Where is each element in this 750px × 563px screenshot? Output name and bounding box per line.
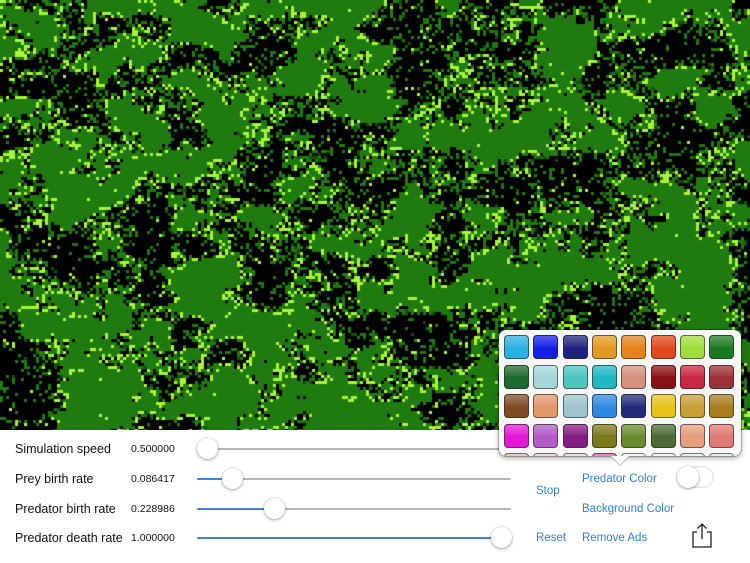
slider-fill (197, 508, 275, 510)
color-swatch[interactable] (650, 335, 676, 359)
color-swatch[interactable] (504, 423, 529, 448)
color-swatch[interactable] (650, 394, 676, 418)
prey-birth-rate-slider[interactable] (197, 465, 511, 493)
color-swatch[interactable] (650, 364, 676, 389)
color-swatch[interactable] (591, 364, 617, 389)
simulation-speed-value: 0.500000 (131, 443, 175, 455)
color-swatch[interactable] (562, 394, 588, 418)
color-swatch[interactable] (679, 394, 705, 418)
color-swatch[interactable] (591, 423, 617, 448)
simulation-speed-slider[interactable] (197, 435, 511, 463)
color-swatch[interactable] (709, 394, 735, 418)
color-swatch[interactable] (650, 423, 676, 448)
color-swatch[interactable] (679, 453, 705, 456)
slider-track (197, 448, 511, 450)
slider-thumb[interactable] (264, 498, 286, 519)
color-swatch-grid (499, 330, 741, 456)
color-swatch[interactable] (533, 453, 559, 456)
color-swatch[interactable] (533, 394, 559, 418)
color-swatch[interactable] (562, 423, 588, 448)
predator-death-rate-label: Predator death rate (15, 531, 123, 545)
color-swatch[interactable] (621, 394, 647, 418)
control-row-simulation-speed: Simulation speed 0.500000 (0, 435, 520, 463)
control-row-predator-death-rate: Predator death rate 1.000000 (0, 524, 520, 552)
color-swatch[interactable] (621, 423, 647, 448)
slider-thumb[interactable] (491, 527, 512, 548)
reset-button[interactable]: Reset (536, 532, 566, 544)
slider-track (197, 478, 511, 480)
predator-birth-rate-label: Predator birth rate (15, 502, 116, 516)
share-icon (692, 523, 712, 548)
color-swatch[interactable] (562, 453, 588, 456)
color-swatch[interactable] (591, 394, 617, 418)
color-swatch[interactable] (591, 335, 617, 359)
color-swatch[interactable] (709, 423, 735, 448)
predator-death-rate-slider[interactable] (197, 524, 512, 552)
color-swatch[interactable] (621, 335, 647, 359)
share-button[interactable] (690, 522, 714, 548)
stop-button[interactable]: Stop (536, 485, 560, 497)
color-swatch[interactable] (562, 335, 588, 359)
control-row-predator-birth-rate: Predator birth rate 0.228986 (0, 495, 520, 523)
predator-birth-rate-slider[interactable] (197, 495, 511, 523)
predator-birth-rate-value: 0.228986 (131, 503, 175, 515)
color-swatch[interactable] (504, 453, 529, 456)
color-swatch[interactable] (504, 364, 529, 389)
color-swatch[interactable] (533, 335, 559, 359)
color-swatch[interactable] (679, 423, 705, 448)
remove-ads-button[interactable]: Remove Ads (582, 532, 647, 544)
control-row-prey-birth-rate: Prey birth rate 0.086417 (0, 465, 520, 493)
slider-fill (197, 537, 501, 539)
slider-thumb[interactable] (197, 438, 218, 459)
slider-thumb[interactable] (222, 468, 244, 489)
background-color-button[interactable]: Background Color (582, 503, 674, 515)
color-swatch[interactable] (709, 335, 735, 359)
color-swatch[interactable] (621, 364, 647, 389)
popover-arrow (611, 456, 629, 465)
color-swatch[interactable] (679, 335, 705, 359)
predator-color-button[interactable]: Predator Color (582, 473, 657, 485)
color-swatch[interactable] (562, 364, 588, 389)
simulation-speed-label: Simulation speed (15, 442, 111, 456)
color-swatch[interactable] (650, 453, 676, 456)
color-swatch[interactable] (533, 423, 559, 448)
color-swatch[interactable] (533, 364, 559, 389)
color-swatch[interactable] (709, 453, 735, 456)
color-swatch[interactable] (679, 364, 705, 389)
toggle-switch[interactable] (677, 466, 714, 488)
toggle-knob (677, 466, 699, 488)
color-swatch[interactable] (709, 364, 735, 389)
prey-birth-rate-value: 0.086417 (131, 473, 175, 485)
prey-birth-rate-label: Prey birth rate (15, 472, 94, 486)
color-swatch[interactable] (504, 335, 529, 359)
color-picker-popover (499, 330, 741, 465)
color-swatch[interactable] (504, 394, 529, 418)
predator-death-rate-value: 1.000000 (131, 532, 175, 544)
